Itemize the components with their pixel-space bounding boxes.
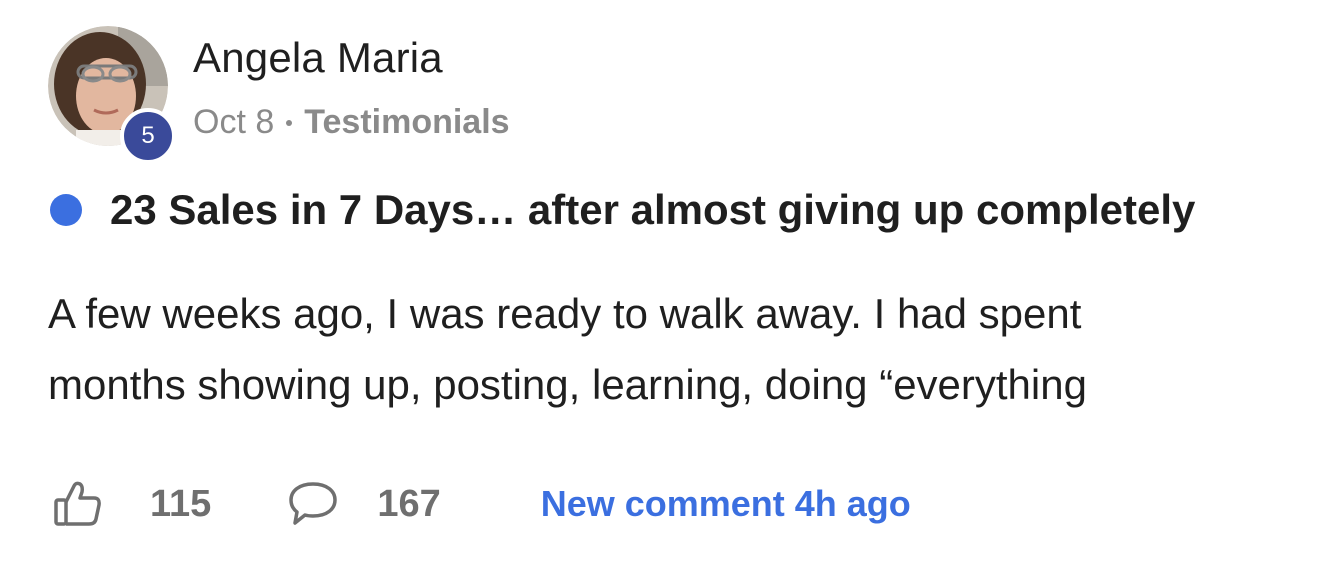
post-body-line: A few weeks ago, I was ready to walk awa… — [48, 290, 1082, 337]
meta-separator-dot — [286, 119, 293, 126]
author-name[interactable]: Angela Maria — [193, 34, 443, 82]
like-button[interactable]: 115 — [52, 478, 211, 530]
speech-bubble-icon — [289, 482, 338, 525]
community-post[interactable]: 5 Angela Maria Oct 8 Testimonials 23 Sal… — [0, 0, 1320, 563]
post-category[interactable]: Testimonials — [304, 103, 509, 142]
new-comment-link[interactable]: New comment 4h ago — [541, 483, 911, 525]
post-meta: Oct 8 Testimonials — [193, 103, 510, 142]
post-body-line: months showing up, posting, learning, do… — [48, 361, 1087, 408]
level-badge: 5 — [120, 108, 176, 164]
like-count: 115 — [150, 482, 212, 525]
post-title-row[interactable]: 23 Sales in 7 Days… after almost giving … — [50, 186, 1195, 234]
comment-count: 167 — [377, 482, 441, 525]
author-avatar-wrap[interactable]: 5 — [48, 26, 176, 164]
unread-dot-icon — [50, 194, 82, 226]
post-body[interactable]: A few weeks ago, I was ready to walk awa… — [48, 278, 1278, 420]
post-date: Oct 8 — [193, 103, 275, 141]
post-title[interactable]: 23 Sales in 7 Days… after almost giving … — [110, 186, 1195, 234]
thumbs-up-icon — [54, 481, 101, 526]
post-footer: 115 167 New comment 4h ago — [52, 478, 911, 530]
comment-button[interactable]: 167 — [287, 478, 441, 530]
